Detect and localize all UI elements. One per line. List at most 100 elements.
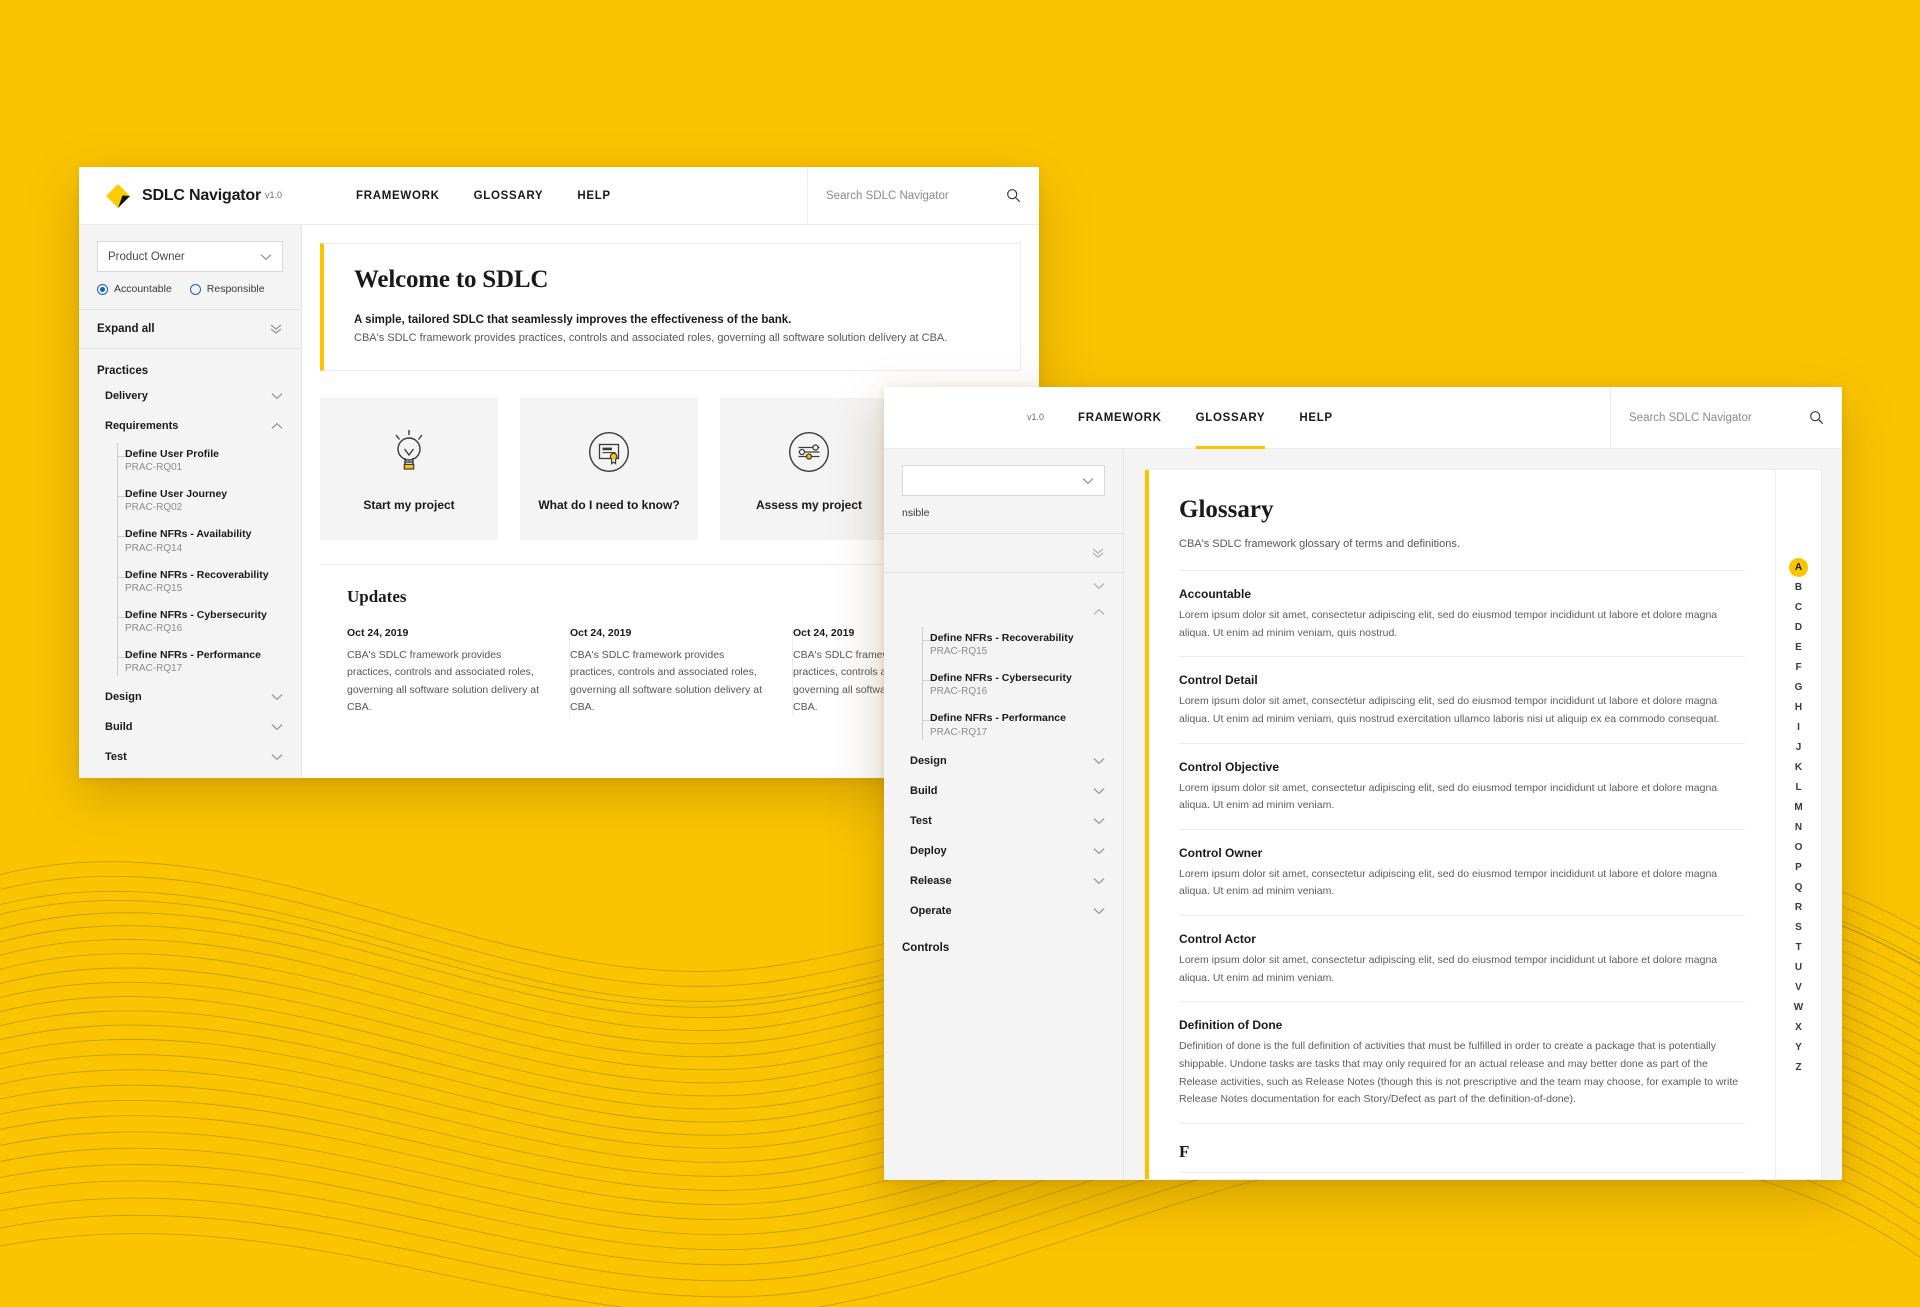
alphabet-letter-x[interactable]: X	[1789, 1018, 1808, 1037]
sidebar-group-release[interactable]: Release	[884, 866, 1123, 896]
tile-assess-my-project[interactable]: Assess my project	[720, 398, 898, 540]
tile-what-do-i-need-to-know[interactable]: What do I need to know?	[520, 398, 698, 540]
sidebar-practice-item[interactable]: Define NFRs - Performance PRAC-RQ17	[117, 642, 301, 682]
sidebar-group-operate[interactable]: Operate	[884, 896, 1123, 926]
radio-accountable[interactable]: Accountable	[97, 283, 172, 295]
sidebar-practice-item[interactable]: Define NFRs - Performance PRAC-RQ17	[922, 705, 1123, 745]
sidebar-practice-item[interactable]: Define User Journey PRAC-RQ02	[117, 481, 301, 521]
chevron-double-down-icon	[1091, 547, 1105, 559]
alphabet-letter-o[interactable]: O	[1789, 838, 1808, 857]
nav-framework[interactable]: FRAMEWORK	[356, 167, 440, 224]
alphabet-letter-d[interactable]: D	[1789, 618, 1808, 637]
alphabet-index: ABCDEFGHIJKLMNOPQRSTUVWXYZ	[1775, 470, 1821, 1179]
sidebar-group-build[interactable]: Build	[884, 776, 1123, 806]
alphabet-letter-f[interactable]: F	[1789, 658, 1808, 677]
search-bar[interactable]	[807, 167, 1039, 224]
alphabet-letter-h[interactable]: H	[1789, 698, 1808, 717]
sidebar-group-design[interactable]: Design	[79, 682, 301, 712]
nav-glossary[interactable]: GLOSSARY	[474, 167, 544, 224]
sidebar-practice-item[interactable]: Define NFRs - Availability PRAC-RQ14	[117, 521, 301, 561]
update-item[interactable]: Oct 24, 2019 CBA's SDLC framework provid…	[347, 627, 570, 717]
expand-all-button[interactable]	[884, 534, 1123, 572]
sidebar-group-label: Delivery	[105, 390, 148, 402]
sidebar-group-label: Build	[105, 721, 133, 734]
alphabet-letter-y[interactable]: Y	[1789, 1038, 1808, 1057]
search-icon[interactable]	[1809, 410, 1824, 425]
sidebar-group-label: Operate	[910, 904, 952, 917]
glossary-term-definition: Definition of done is the full definitio…	[1179, 1040, 1739, 1106]
alphabet-letter-p[interactable]: P	[1789, 858, 1808, 877]
sidebar-group-build[interactable]: Build	[79, 712, 301, 742]
expand-all-button[interactable]: Expand all	[79, 310, 301, 348]
alphabet-letter-j[interactable]: J	[1789, 738, 1808, 757]
sidebar-practice-item[interactable]: Define NFRs - Cybersecurity PRAC-RQ16	[922, 665, 1123, 705]
nav-help[interactable]: HELP	[1299, 387, 1332, 448]
sidebar-group-label: Build	[910, 784, 938, 797]
expand-all-label: Expand all	[97, 323, 155, 335]
practice-title: Define NFRs - Performance	[930, 712, 1066, 725]
sidebar-group-placeholder[interactable]	[884, 573, 1123, 599]
search-input[interactable]	[826, 189, 998, 202]
tile-start-my-project[interactable]: Start my project	[320, 398, 498, 540]
sidebar-group-requirements[interactable]: Requirements	[79, 411, 301, 441]
alphabet-letter-a[interactable]: A	[1789, 558, 1808, 577]
sidebar-group-label: Test	[105, 751, 127, 764]
glossary-topbar: v1.0 FRAMEWORK GLOSSARY HELP	[884, 387, 1842, 449]
search-bar[interactable]	[1610, 387, 1842, 448]
alphabet-letter-n[interactable]: N	[1789, 818, 1808, 837]
alphabet-letter-w[interactable]: W	[1789, 998, 1808, 1017]
alphabet-letter-t[interactable]: T	[1789, 938, 1808, 957]
sidebar-group-label: Deploy	[910, 844, 947, 857]
practice-title: Define NFRs - Recoverability	[125, 568, 269, 581]
radio-responsible[interactable]: Responsible	[189, 283, 265, 295]
nav-framework[interactable]: FRAMEWORK	[1078, 387, 1162, 448]
alphabet-letter-b[interactable]: B	[1789, 578, 1808, 597]
sidebar-practice-item[interactable]: Define NFRs - Cybersecurity PRAC-RQ16	[117, 602, 301, 642]
alphabet-letter-k[interactable]: K	[1789, 758, 1808, 777]
alphabet-letter-r[interactable]: R	[1789, 898, 1808, 917]
alphabet-letter-v[interactable]: V	[1789, 978, 1808, 997]
alphabet-letter-g[interactable]: G	[1789, 678, 1808, 697]
sidebar-group-design[interactable]: Design	[884, 746, 1123, 776]
alphabet-letter-s[interactable]: S	[1789, 918, 1808, 937]
hero-lead: A simple, tailored SDLC that seamlessly …	[354, 314, 792, 326]
glossary-term-name: Control Objective	[1179, 759, 1280, 774]
page-title: Glossary	[1179, 496, 1274, 523]
alphabet-letter-q[interactable]: Q	[1789, 878, 1808, 897]
sidebar-group-test[interactable]: Test	[79, 742, 301, 772]
nav-glossary[interactable]: GLOSSARY	[1195, 387, 1266, 449]
search-icon[interactable]	[1006, 188, 1021, 203]
nav-help[interactable]: HELP	[577, 167, 610, 224]
sidebar-group-placeholder-2[interactable]	[884, 599, 1123, 625]
sidebar-section-controls: Controls	[902, 941, 950, 954]
alphabet-letter-u[interactable]: U	[1789, 958, 1808, 977]
alphabet-letter-c[interactable]: C	[1789, 598, 1808, 617]
sidebar-group-test[interactable]: Test	[884, 806, 1123, 836]
glossary-sidebar: nsible Define NFRs - Recoverability PRAC…	[884, 449, 1124, 1180]
alphabet-letter-e[interactable]: E	[1789, 638, 1808, 657]
sidebar-children-requirements: Define User Profile PRAC-RQ01 Define Use…	[79, 441, 301, 682]
search-input[interactable]	[1629, 411, 1801, 424]
sidebar-group-delivery[interactable]: Delivery	[79, 381, 301, 411]
sidebar-group-deploy[interactable]: Deploy	[884, 836, 1123, 866]
chevron-up-icon	[271, 422, 283, 430]
sidebar-section-practices: Practices	[97, 365, 149, 377]
update-item[interactable]: Oct 24, 2019 CBA's SDLC framework provid…	[570, 627, 793, 717]
sidebar-practice-item[interactable]: Define User Profile PRAC-RQ01	[117, 441, 301, 481]
sidebar-practice-item[interactable]: Define NFRs - Recoverability PRAC-RQ15	[922, 625, 1123, 665]
glossary-window: v1.0 FRAMEWORK GLOSSARY HELP Search SDLC…	[884, 387, 1842, 1180]
alphabet-letter-m[interactable]: M	[1789, 798, 1808, 817]
alphabet-letter-i[interactable]: I	[1789, 718, 1808, 737]
practice-code: PRAC-RQ15	[125, 582, 183, 594]
brand[interactable]: SDLC Navigator v1.0	[79, 183, 314, 209]
sidebar-practice-item[interactable]: Define NFRs - Recoverability PRAC-RQ15	[117, 562, 301, 602]
role-select[interactable]: Product Owner	[97, 241, 283, 272]
sliders-icon	[785, 426, 833, 478]
radio-responsible[interactable]: nsible	[902, 507, 929, 519]
role-select[interactable]	[902, 465, 1105, 496]
alphabet-letter-l[interactable]: L	[1789, 778, 1808, 797]
alphabet-letter-z[interactable]: Z	[1789, 1058, 1808, 1077]
hero-card: Welcome to SDLC A simple, tailored SDLC …	[320, 243, 1021, 371]
hero-sub: CBA's SDLC framework provides practices,…	[354, 332, 948, 344]
glossary-term: Definition of Done Definition of done is…	[1179, 1002, 1745, 1124]
